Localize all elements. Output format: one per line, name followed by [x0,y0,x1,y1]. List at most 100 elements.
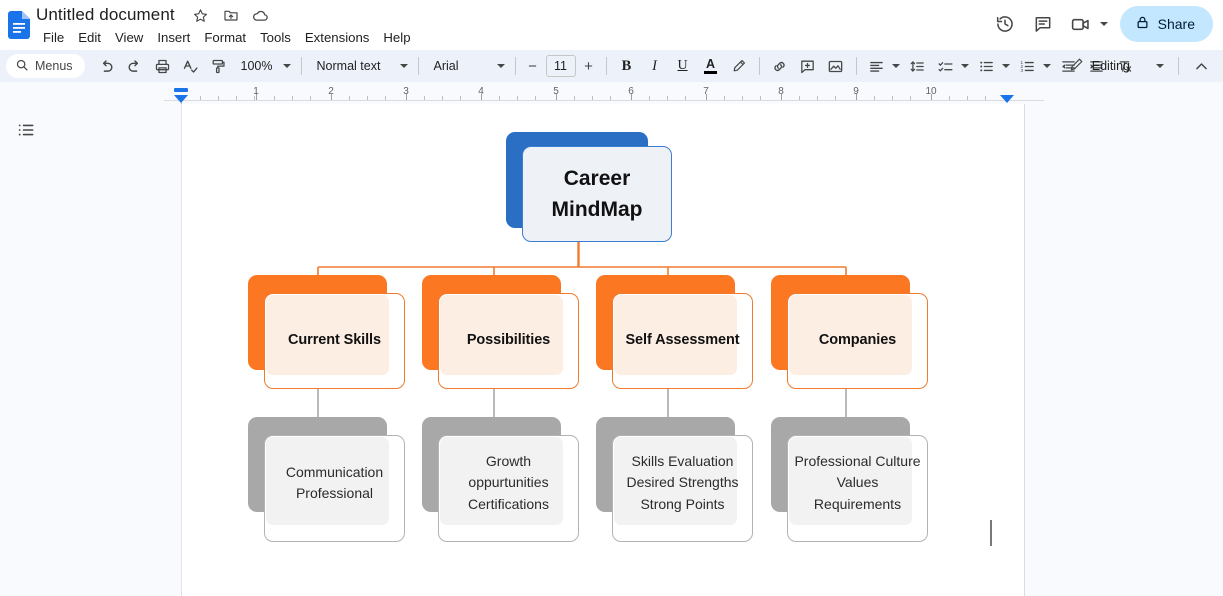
horizontal-ruler[interactable]: 1 2 3 4 5 6 7 8 9 10 [164,82,1044,110]
font-family-control[interactable]: Arial [425,53,509,79]
chevron-down-icon [496,64,505,68]
meet-camera-icon[interactable] [1063,6,1099,42]
text-cursor [990,520,992,546]
ruler-number: 6 [628,86,634,97]
share-label: Share [1157,16,1195,32]
toolbar-divider [514,57,516,75]
underline-icon[interactable]: U [669,52,697,80]
star-icon[interactable] [191,6,210,25]
ruler-number: 2 [328,86,334,97]
toolbar-divider [417,57,419,75]
node-label: Skills Evaluation Desired Strengths Stro… [626,452,739,512]
share-button[interactable]: Share [1119,6,1213,42]
highlight-color-icon[interactable] [725,52,753,80]
move-to-folder-icon[interactable] [221,6,240,25]
mindmap-node-self-assessment-details[interactable]: Skills Evaluation Desired Strengths Stro… [596,417,753,542]
add-comment-icon[interactable] [794,52,822,80]
mindmap-node-possibilities-details[interactable]: Growth oppurtunities Certifications [422,417,579,542]
font-size-control: − 11 + [522,55,600,77]
chevron-down-icon[interactable] [1001,64,1010,68]
spelling-check-icon[interactable] [177,52,205,80]
menu-edit[interactable]: Edit [71,27,108,48]
node-label: Possibilities [466,332,551,349]
svg-text:3: 3 [1021,67,1024,72]
text-color-icon[interactable]: A [697,52,725,80]
print-icon[interactable] [149,52,177,80]
lock-icon [1135,15,1150,33]
mindmap-node-current-skills-details[interactable]: Communication Professional [248,417,405,542]
chevron-down-icon [282,64,291,68]
menu-tools[interactable]: Tools [253,27,298,48]
toolbar-divider [300,57,302,75]
node-label: Companies [818,332,897,349]
chevron-down-icon[interactable] [1042,64,1051,68]
version-history-icon[interactable] [987,6,1023,42]
checklist-icon[interactable] [932,52,960,80]
meet-dropdown-caret-icon[interactable] [1099,22,1108,26]
menu-file[interactable]: File [36,27,71,48]
paragraph-style-value: Normal text [316,59,381,73]
mindmap-node-companies[interactable]: Companies [771,275,928,389]
hide-toolbar-chevron-icon[interactable] [1187,52,1215,80]
insert-link-icon[interactable] [766,52,794,80]
ruler-number: 1 [253,86,259,97]
increase-font-size-button[interactable]: + [578,55,600,77]
paint-format-icon[interactable] [205,52,233,80]
redo-icon[interactable] [121,52,149,80]
bold-icon[interactable]: B [613,52,641,80]
document-page[interactable]: Career MindMap Current Skills Possibilit… [181,104,1025,596]
menu-help[interactable]: Help [376,27,417,48]
comment-history-icon[interactable] [1025,6,1061,42]
menus-label: Menus [35,59,73,73]
mindmap-node-current-skills[interactable]: Current Skills [248,275,405,389]
paragraph-style-control[interactable]: Normal text [308,53,412,79]
career-mindmap-diagram[interactable]: Career MindMap Current Skills Possibilit… [182,104,1026,596]
mindmap-node-possibilities[interactable]: Possibilities [422,275,579,389]
decrease-font-size-button[interactable]: − [522,55,544,77]
ruler-number: 4 [478,86,484,97]
undo-icon[interactable] [93,52,121,80]
node-label: Self Assessment [625,332,740,349]
menu-view[interactable]: View [108,27,150,48]
toolbar: Menus 100% Normal text Arial − 11 + B I … [0,50,1223,82]
chevron-down-icon[interactable] [960,64,969,68]
menu-insert[interactable]: Insert [150,27,197,48]
insert-image-icon[interactable] [822,52,850,80]
google-docs-logo-icon [4,9,34,41]
ruler-area: 1 2 3 4 5 6 7 8 9 10 [0,82,1223,110]
align-icon[interactable] [863,52,891,80]
menus-search-button[interactable]: Menus [6,54,85,78]
ruler-number: 3 [403,86,409,97]
search-icon [15,58,29,75]
mindmap-node-self-assessment[interactable]: Self Assessment [596,275,753,389]
mindmap-node-companies-details[interactable]: Professional Culture Values Requirements [771,417,936,542]
node-label: Current Skills [288,332,381,349]
menu-format[interactable]: Format [197,27,253,48]
right-margin-marker-icon[interactable] [1000,95,1014,103]
document-outline-icon[interactable] [14,118,38,142]
numbered-list-icon[interactable]: 1 2 3 [1014,52,1042,80]
editing-mode-label: Editing [1091,59,1130,73]
zoom-value: 100% [240,59,273,73]
menu-bar: File Edit View Insert Format Tools Exten… [36,27,418,48]
node-label-root: Career MindMap [551,167,643,221]
document-title-block: Untitled document [33,3,270,27]
chevron-down-icon [1156,64,1164,68]
mindmap-node-root[interactable]: Career MindMap [506,132,672,242]
chevron-down-icon[interactable] [891,64,900,68]
toolbar-divider [605,57,607,75]
line-spacing-icon[interactable] [904,52,932,80]
document-title[interactable]: Untitled document [33,3,178,27]
bulleted-list-icon[interactable] [973,52,1001,80]
cloud-saved-icon[interactable] [251,6,270,25]
editing-mode-control[interactable]: Editing [1061,53,1170,79]
font-size-input[interactable]: 11 [545,55,576,77]
zoom-control[interactable]: 100% [233,53,295,79]
document-workarea: Career MindMap Current Skills Possibilit… [0,104,1223,596]
left-indent-bar[interactable] [174,88,188,92]
node-label: Professional Culture Values Requirements [794,452,921,512]
menu-extensions[interactable]: Extensions [298,27,377,48]
node-label: Growth oppurtunities Certifications [468,452,549,512]
ruler-baseline [164,100,1044,101]
italic-icon[interactable]: I [641,52,669,80]
